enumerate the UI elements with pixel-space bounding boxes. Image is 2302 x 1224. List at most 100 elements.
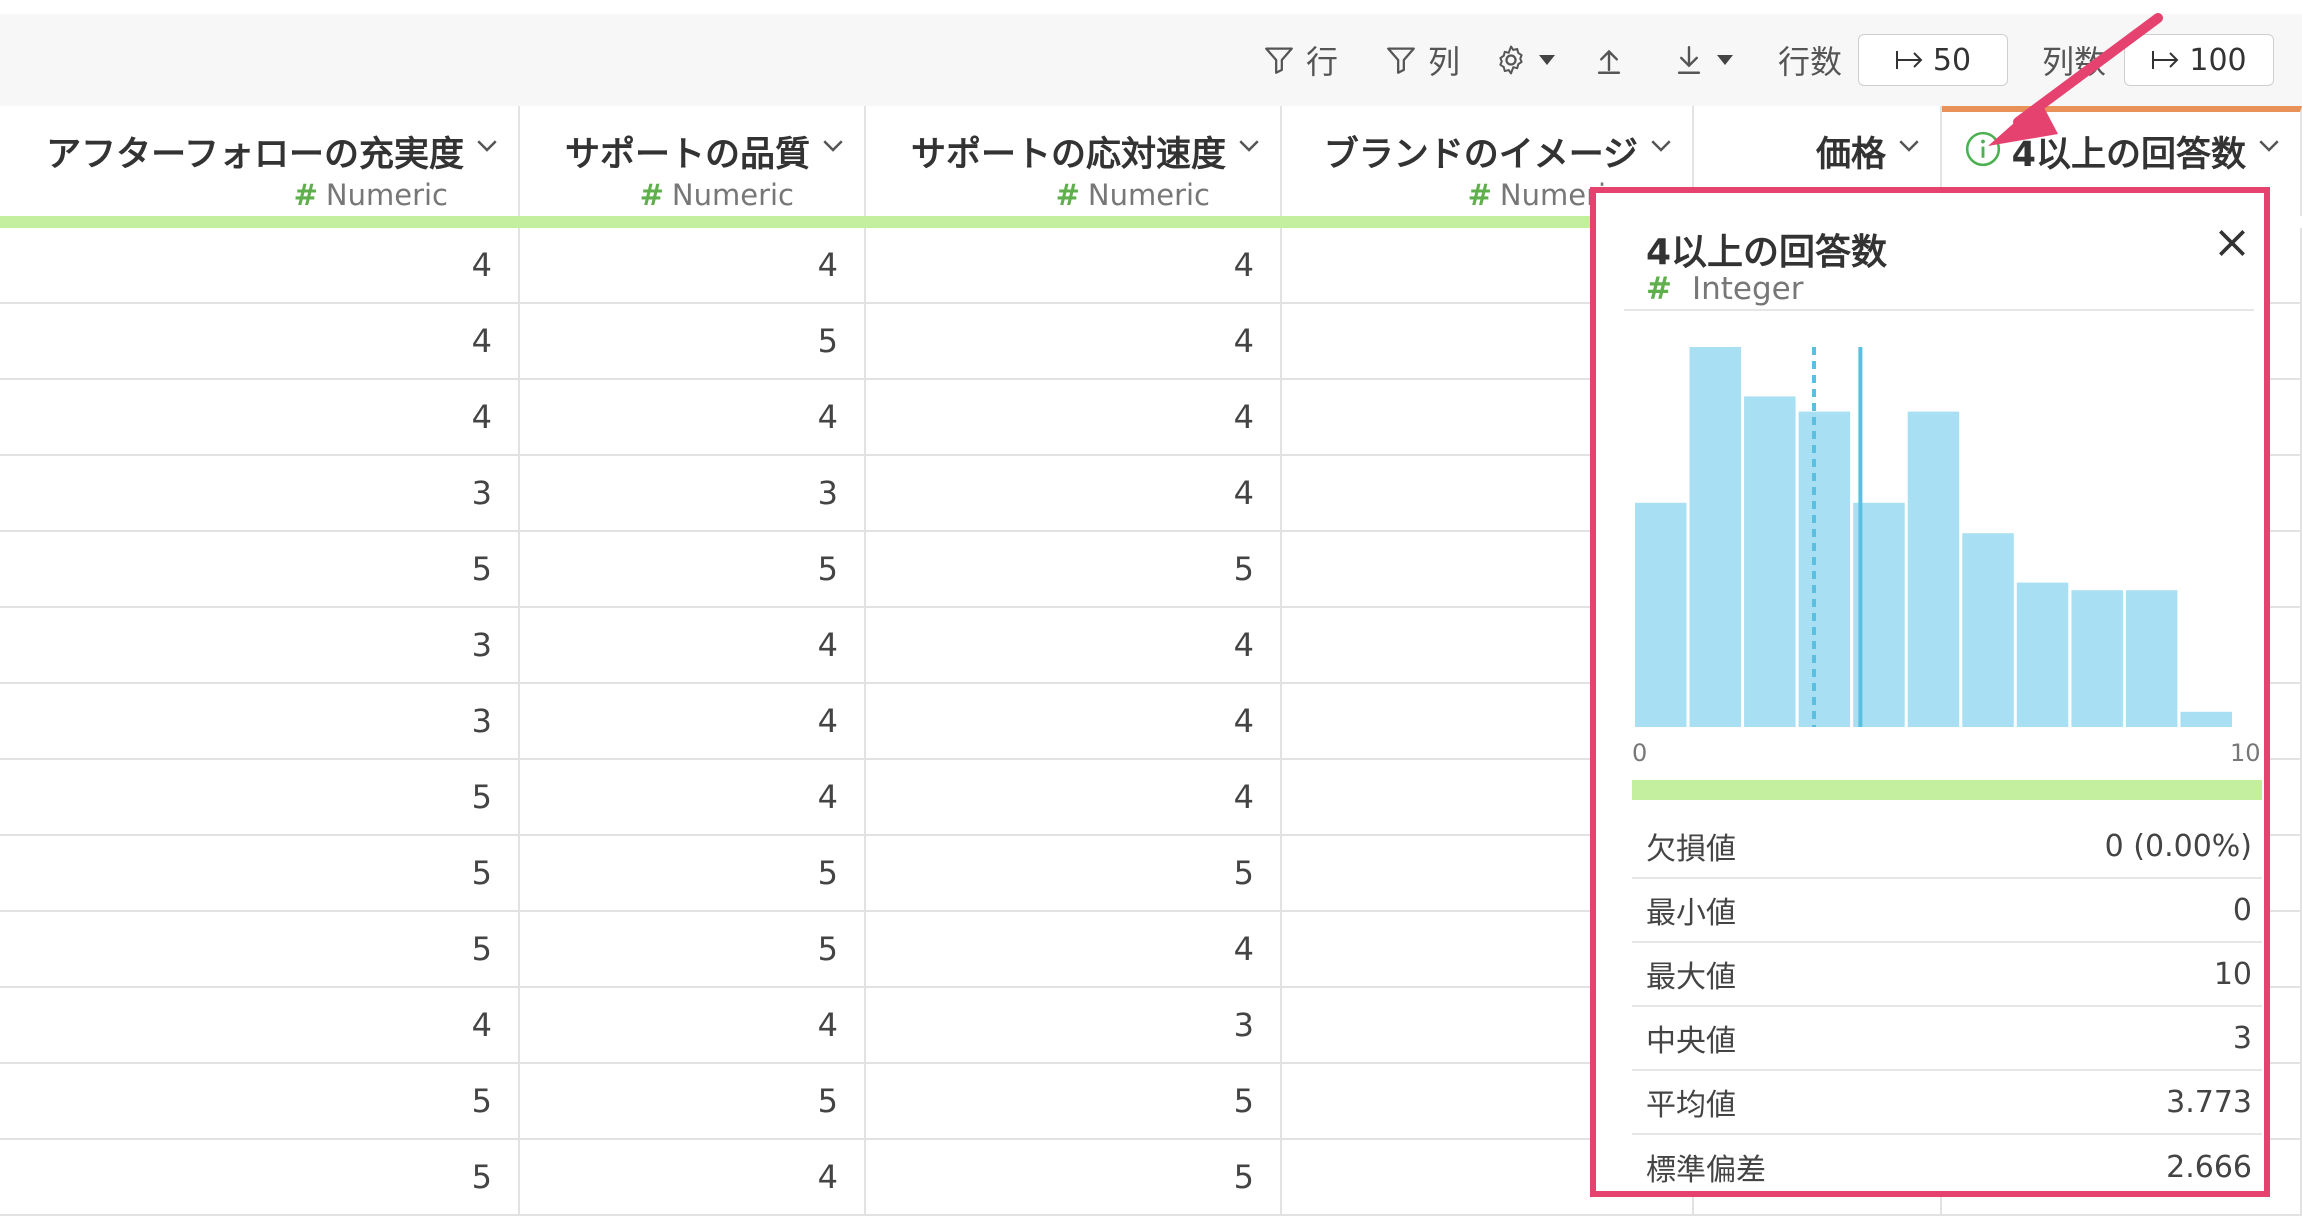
table-cell[interactable]: 5 [0,1140,520,1214]
histogram-bar[interactable] [2071,590,2123,727]
upload-icon [1597,49,1621,74]
table-cell[interactable]: 4 [520,684,866,758]
table-cell[interactable]: 5 [0,836,520,910]
table-cell[interactable]: 5 [0,532,520,606]
stat-value: 2.666 [2166,1149,2252,1185]
cols-count-input[interactable]: 100 [2124,34,2274,86]
stat-label: 最小値 [1646,896,1736,931]
histogram-bar[interactable] [1907,411,1960,727]
table-cell[interactable]: 4 [866,380,1282,454]
rows-count-value: 50 [1932,42,1972,78]
stat-row: 標準偏差 2.666 [1632,1135,2262,1199]
caret-down-icon [1539,55,1555,65]
table-cell[interactable]: 4 [866,228,1282,302]
table-cell[interactable]: 4 [520,380,866,454]
table-cell[interactable]: 3 [0,608,520,682]
cols-count-value: 100 [2189,42,2247,78]
table-cell[interactable]: 5 [0,760,520,834]
chevron-down-icon[interactable] [1646,130,1676,160]
caret-down-icon [1717,55,1733,65]
chevron-down-icon[interactable] [472,130,502,160]
stat-row: 中央値 3 [1632,1007,2262,1071]
table-cell[interactable]: 5 [866,1064,1282,1138]
column-header[interactable]: サポートの応対速度 # Numeric [866,106,1282,216]
stat-row: 最大値 10 [1632,943,2262,1007]
table-cell[interactable]: 5 [520,836,866,910]
table-cell[interactable]: 4 [0,988,520,1062]
popover-title: 4以上の回答数 [1646,232,1888,273]
table-cell[interactable]: 5 [520,532,866,606]
table-cell[interactable]: 3 [520,456,866,530]
table-cell[interactable]: 3 [866,988,1282,1062]
table-cell[interactable]: 4 [866,456,1282,530]
settings-button[interactable] [1494,14,1556,106]
table-cell[interactable]: 4 [520,228,866,302]
table-cell[interactable]: 4 [0,380,520,454]
numeric-hash-icon: # [293,178,318,212]
chevron-down-icon[interactable] [2254,130,2284,160]
table-cell[interactable]: 5 [520,1064,866,1138]
table-cell[interactable]: 4 [0,304,520,378]
table-cell[interactable]: 3 [0,456,520,530]
histogram-bar[interactable] [1744,396,1796,727]
table-cell[interactable]: 4 [520,760,866,834]
table-cell[interactable]: 5 [0,912,520,986]
table-cell[interactable]: 4 [866,684,1282,758]
table-cell[interactable]: 4 [520,988,866,1062]
stat-label: 平均値 [1646,1088,1736,1123]
histogram-bar[interactable] [1635,502,1687,727]
row-filter-label: 行 [1306,43,1339,81]
stat-row: 最小値 0 [1632,879,2262,943]
table-cell[interactable]: 4 [866,608,1282,682]
column-filter-button[interactable]: 列 [1384,14,1460,106]
histogram-bar[interactable] [2180,711,2233,727]
close-icon[interactable] [2212,223,2252,263]
chevron-down-icon[interactable] [1234,130,1264,160]
table-cell[interactable]: 4 [520,1140,866,1214]
numeric-hash-icon: # [1467,178,1492,212]
column-header[interactable]: アフターフォローの充実度 # Numeric [0,106,520,216]
download-icon [1677,46,1701,74]
histogram-bar[interactable] [1798,411,1851,727]
rows-count-input[interactable]: 50 [1858,34,2008,86]
histogram-bar[interactable] [2016,582,2069,727]
table-cell[interactable]: 5 [866,836,1282,910]
column-title: サポートの品質 [564,135,810,175]
table-cell[interactable]: 4 [866,760,1282,834]
row-filter-button[interactable]: 行 [1262,14,1338,106]
table-cell[interactable]: 4 [866,912,1282,986]
stat-value: 10 [2213,956,2252,992]
upload-button[interactable] [1592,14,1626,106]
table-cell[interactable]: 5 [866,532,1282,606]
histogram-chart [1635,347,2233,727]
stat-value: 0 (0.00%) [2104,828,2252,864]
chevron-down-icon[interactable] [1894,130,1924,160]
limit-arrow-icon [2152,51,2179,69]
info-icon[interactable] [1964,130,2002,168]
table-cell[interactable]: 5 [520,912,866,986]
table-cell[interactable]: 4 [866,304,1282,378]
stat-label: 欠損値 [1646,832,1736,867]
rows-count-label: 行数 [1778,43,1843,81]
table-cell[interactable]: 5 [866,1140,1282,1214]
table-cell[interactable]: 4 [0,228,520,302]
limit-arrow-icon [1895,51,1923,69]
table-cell[interactable]: 4 [520,608,866,682]
histogram-bar[interactable] [1689,347,1742,727]
numeric-hash-icon: # [1646,271,1672,307]
column-title: サポートの応対速度 [910,135,1226,175]
column-quality-bar [0,216,1694,228]
column-title: ブランドのイメージ [1323,135,1638,175]
table-cell[interactable]: 5 [0,1064,520,1138]
histogram-bar[interactable] [1962,533,2014,727]
table-cell[interactable]: 3 [0,684,520,758]
table-cell[interactable]: 5 [520,304,866,378]
column-title: 価格 [1815,135,1886,175]
download-button[interactable] [1672,14,1734,106]
column-header[interactable]: サポートの品質 # Numeric [520,106,866,216]
stat-row: 平均値 3.773 [1632,1071,2262,1135]
histogram-bar[interactable] [2125,590,2178,727]
histogram-min-tick: 0 [1632,739,1648,767]
popover-type: # Integer [1646,271,1804,307]
chevron-down-icon[interactable] [818,130,848,160]
